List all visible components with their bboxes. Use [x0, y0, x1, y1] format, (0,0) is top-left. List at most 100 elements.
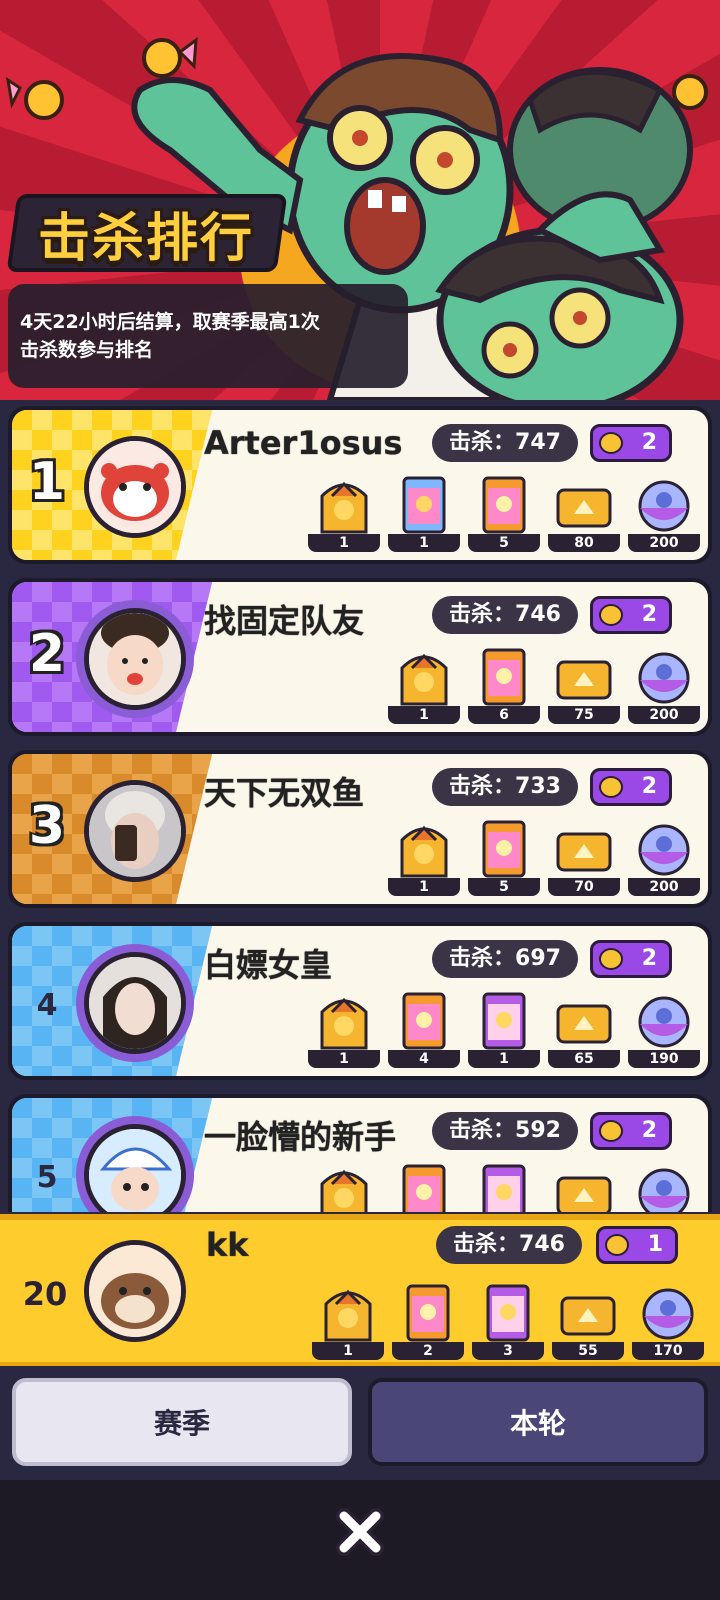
reward-ticket[interactable]: 70 — [548, 820, 620, 896]
medal-badge: 2 — [590, 768, 672, 806]
avatar[interactable] — [84, 952, 186, 1054]
avatar[interactable] — [84, 608, 186, 710]
tab-bar: 赛季 本轮 — [0, 1370, 720, 1480]
reward-card-pack[interactable]: 6 — [468, 648, 540, 724]
capsule-icon — [638, 824, 690, 876]
avatar[interactable] — [84, 436, 186, 538]
reward-count: 3 — [472, 1342, 544, 1360]
leaderboard-row[interactable]: 3 天下无双鱼 击杀：733 2 1 5 70 200 — [8, 750, 712, 908]
skull-medal-icon — [599, 604, 623, 626]
reward-capsule[interactable]: 200 — [628, 820, 700, 896]
reward-count: 200 — [628, 534, 700, 552]
reward-chest[interactable]: 1 — [388, 820, 460, 896]
otter-avatar-icon — [89, 1245, 181, 1337]
reward-count: 1 — [388, 878, 460, 896]
card-pack-blue-icon — [402, 476, 446, 534]
tab-season[interactable]: 赛季 — [12, 1378, 352, 1466]
reward-card-pack[interactable]: 5 — [468, 476, 540, 552]
ticket-icon — [556, 1176, 612, 1212]
card-pack-orange-icon — [402, 1164, 446, 1212]
capsule-icon — [642, 1288, 694, 1340]
player-name: 找固定队友 — [204, 602, 365, 640]
reward-count: 6 — [468, 706, 540, 724]
card-pack-orange-icon — [482, 476, 526, 534]
rank-number: 4 — [36, 988, 58, 1023]
my-rank-bar: 20 kk 击杀：746 1 1 2 3 55 170 — [0, 1214, 720, 1366]
player-name: 白嫖女皇 — [204, 946, 333, 984]
reward-capsule[interactable]: 190 — [628, 992, 700, 1068]
reward-ticket[interactable]: 55 — [552, 1284, 624, 1360]
card-pack-purple-icon — [482, 1164, 526, 1212]
reward-count: 1 — [388, 706, 460, 724]
reward-count: 75 — [548, 706, 620, 724]
rank-number: 3 — [28, 796, 66, 856]
reward-card-pack[interactable]: 4 — [388, 992, 460, 1068]
my-player-name: kk — [206, 1226, 249, 1264]
ticket-icon — [556, 832, 612, 872]
medal-badge: 2 — [590, 940, 672, 978]
close-icon[interactable] — [334, 1506, 386, 1558]
reward-list: 1 1 5 80 200 — [308, 476, 700, 552]
leaderboard-list[interactable]: 1 Arter1osus 击杀：747 2 1 1 5 80 200 2 找固定… — [0, 400, 720, 1212]
rank-number: 2 — [28, 624, 66, 684]
reward-chest[interactable]: 1 — [388, 648, 460, 724]
reward-card-pack[interactable]: 2 — [392, 1284, 464, 1360]
leaderboard-row[interactable]: 1 Arter1osus 击杀：747 2 1 1 5 80 200 — [8, 406, 712, 564]
chest-icon — [320, 481, 368, 534]
skull-medal-icon — [599, 432, 623, 454]
reward-count: 1 — [388, 534, 460, 552]
reward-card-pack[interactable] — [468, 1164, 540, 1212]
reward-list — [308, 1164, 700, 1212]
reward-ticket[interactable] — [548, 1164, 620, 1212]
avatar[interactable] — [84, 780, 186, 882]
reward-chest[interactable]: 1 — [308, 476, 380, 552]
player-name: 天下无双鱼 — [204, 774, 365, 812]
reward-card-pack[interactable]: 5 — [468, 820, 540, 896]
cap-boy-avatar-icon — [89, 1129, 181, 1212]
reward-list: 1 4 1 65 190 — [308, 992, 700, 1068]
kill-count: 击杀：592 — [432, 1112, 578, 1150]
leaderboard-row[interactable]: 4 白嫖女皇 击杀：697 2 1 4 1 65 190 — [8, 922, 712, 1080]
reward-card-pack[interactable] — [388, 1164, 460, 1212]
reward-card-pack[interactable]: 3 — [472, 1284, 544, 1360]
reward-card-pack[interactable]: 1 — [388, 476, 460, 552]
reward-capsule[interactable]: 200 — [628, 648, 700, 724]
reward-ticket[interactable]: 75 — [548, 648, 620, 724]
settlement-info: 4天22小时后结算，取赛季最高1次 击杀数参与排名 — [8, 284, 408, 388]
medal-badge: 2 — [590, 1112, 672, 1150]
ticket-icon — [556, 488, 612, 528]
reward-capsule[interactable]: 200 — [628, 476, 700, 552]
baby-avatar-icon — [89, 613, 181, 705]
reward-chest[interactable]: 1 — [308, 992, 380, 1068]
chest-icon — [320, 997, 368, 1050]
kill-count: 击杀：697 — [432, 940, 578, 978]
player-name: 一脸懵的新手 — [204, 1118, 397, 1156]
reward-count: 1 — [308, 534, 380, 552]
tab-round[interactable]: 本轮 — [368, 1378, 708, 1466]
capsule-icon — [638, 652, 690, 704]
my-rank-number: 20 — [22, 1275, 68, 1313]
leaderboard-row[interactable]: 5 一脸懵的新手 击杀：592 2 — [8, 1094, 712, 1212]
chest-icon — [320, 1169, 368, 1212]
skull-medal-icon — [599, 776, 623, 798]
bottom-bar — [0, 1480, 720, 1600]
reward-count: 70 — [548, 878, 620, 896]
rank-number: 5 — [36, 1160, 58, 1195]
ticket-icon — [556, 1004, 612, 1044]
ticket-icon — [556, 660, 612, 700]
medal-count: 2 — [641, 1118, 657, 1143]
skull-medal-icon — [599, 1120, 623, 1142]
reward-card-pack[interactable]: 1 — [468, 992, 540, 1068]
leaderboard-row[interactable]: 2 找固定队友 击杀：746 2 1 6 75 200 — [8, 578, 712, 736]
skull-medal-icon — [605, 1234, 629, 1256]
my-avatar[interactable] — [84, 1240, 186, 1342]
reward-ticket[interactable]: 65 — [548, 992, 620, 1068]
reward-ticket[interactable]: 80 — [548, 476, 620, 552]
reward-chest[interactable] — [308, 1164, 380, 1212]
medal-count: 2 — [641, 430, 657, 455]
reward-count: 4 — [388, 1050, 460, 1068]
reward-capsule[interactable] — [628, 1164, 700, 1212]
card-pack-orange-icon — [402, 992, 446, 1050]
reward-chest[interactable]: 1 — [312, 1284, 384, 1360]
reward-capsule[interactable]: 170 — [632, 1284, 704, 1360]
